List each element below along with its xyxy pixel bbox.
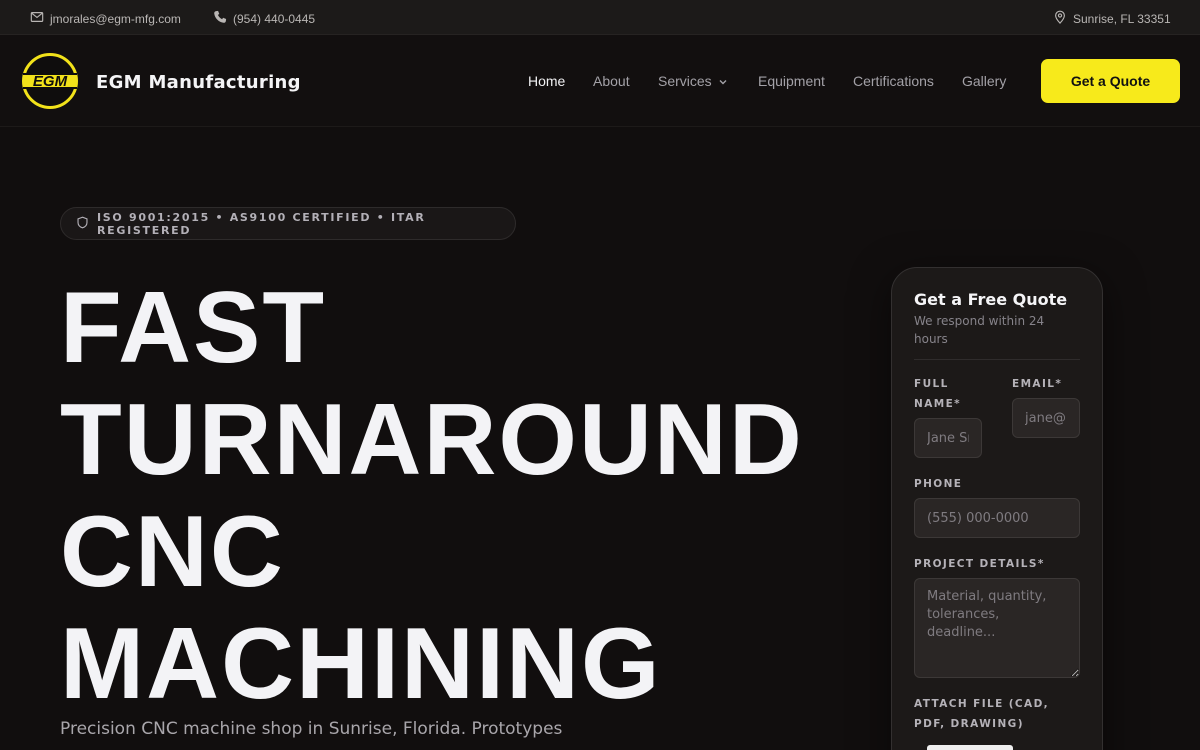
quote-form-subtitle: We respond within 24 hours: [914, 314, 1045, 346]
topbar-email-text: jmorales@egm-mfg.com: [50, 11, 181, 26]
full-name-input[interactable]: [914, 418, 982, 458]
hero-title: FAST TURNAROUND CNC MACHINING: [60, 272, 860, 720]
top-bar: jmorales@egm-mfg.com (954) 440-0445 Sunr…: [0, 0, 1200, 35]
topbar-location: Sunrise, FL 33351: [1053, 10, 1171, 27]
nav-services-label: Services: [658, 73, 712, 89]
egm-logo[interactable]: EGM: [21, 52, 79, 110]
chevron-down-icon: [718, 74, 728, 90]
quote-form-card: Get a Free Quote We respond within 24 ho…: [891, 267, 1103, 750]
map-pin-icon: [1053, 10, 1067, 27]
hero-title-line: TURNAROUND: [60, 384, 804, 496]
phone-input[interactable]: [914, 498, 1080, 538]
nav-equipment[interactable]: Equipment: [758, 73, 825, 89]
certification-badge: ISO 9001:2015 • AS9100 CERTIFIED • ITAR …: [60, 207, 516, 240]
hero-title-line: CNC: [60, 496, 285, 608]
full-name-label: FULL NAME*: [914, 378, 962, 410]
choose-file-button[interactable]: [927, 745, 1013, 750]
topbar-phone-text: (954) 440-0445: [233, 11, 316, 26]
nav-gallery[interactable]: Gallery: [962, 73, 1006, 89]
project-details-textarea[interactable]: [914, 578, 1080, 678]
certification-badge-text: ISO 9001:2015 • AS9100 CERTIFIED • ITAR …: [97, 210, 426, 237]
nav-services[interactable]: Services: [658, 73, 728, 90]
attach-file-label: ATTACH FILE (CAD, PDF, DRAWING): [914, 698, 1050, 730]
mail-icon: [30, 10, 44, 27]
brand-name[interactable]: EGM Manufacturing: [96, 72, 301, 93]
hero-title-line: MACHINING: [60, 608, 662, 720]
quote-form-title: Get a Free Quote: [914, 290, 1068, 309]
email-input[interactable]: [1012, 398, 1080, 438]
get-a-quote-button[interactable]: Get a Quote: [1041, 59, 1180, 103]
topbar-location-text: Sunrise, FL 33351: [1073, 11, 1171, 26]
nav-about[interactable]: About: [593, 73, 630, 89]
email-label: EMAIL*: [1012, 378, 1063, 390]
topbar-email[interactable]: jmorales@egm-mfg.com: [30, 10, 181, 27]
hero-title-line: FAST: [60, 272, 327, 384]
hero-subtitle: Precision CNC machine shop in Sunrise, F…: [60, 719, 563, 739]
phone-label: PHONE: [914, 478, 963, 490]
shield-icon: [76, 216, 89, 232]
divider: [914, 359, 1080, 360]
phone-icon: [213, 10, 227, 27]
site-header: EGM EGM Manufacturing Home About Service…: [0, 35, 1200, 127]
topbar-phone[interactable]: (954) 440-0445: [213, 10, 315, 27]
logo-text: EGM: [33, 73, 68, 90]
project-details-label: PROJECT DETAILS*: [914, 558, 1045, 570]
nav-certifications[interactable]: Certifications: [853, 73, 934, 89]
nav-home[interactable]: Home: [528, 73, 565, 89]
